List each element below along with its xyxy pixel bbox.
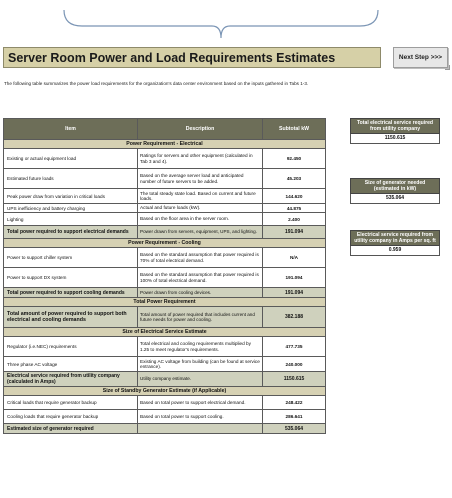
row-description: Based on the floor area in the server ro…: [137, 212, 263, 226]
total-item: Total power required to support cooling …: [3, 287, 138, 298]
table-row: Peak power draw from variation in critic…: [3, 188, 326, 204]
row-value[interactable]: 248.422: [262, 395, 326, 410]
total-value[interactable]: 382.188: [262, 306, 326, 328]
row-description: Based on total power to support cooling.: [137, 409, 263, 424]
total-description: Total amount of power required that incl…: [137, 306, 263, 328]
row-value[interactable]: 92.450: [262, 148, 326, 169]
section-title: Power Requirement - Electrical: [3, 139, 326, 149]
total-row: Estimated size of generator required 535…: [3, 423, 326, 434]
row-item: Existing or actual equipment load: [3, 148, 138, 169]
row-value[interactable]: 240.000: [262, 356, 326, 372]
table-row: UPS inefficiency and battery charging Ac…: [3, 203, 326, 213]
row-description: Based on total power to support electric…: [137, 395, 263, 410]
summary-label: Size of generator needed (estimated in k…: [350, 178, 440, 195]
page-title: Server Room Power and Load Requirements …: [3, 47, 381, 68]
bracket-decoration: [63, 9, 379, 39]
table-row: Cooling loads that require generator bac…: [3, 409, 326, 424]
table-row: Three phase AC voltage Existing AC volta…: [3, 356, 326, 372]
row-value[interactable]: 477.735: [262, 336, 326, 357]
row-value[interactable]: 44.875: [262, 203, 326, 213]
total-description: Power drawn from cooling devices.: [137, 287, 263, 298]
col-header-item: Item: [3, 118, 138, 140]
col-header-description: Description: [137, 118, 263, 140]
section-title: Size of Electrical Service Estimate: [3, 327, 326, 337]
table-row: Lighting Based on the floor area in the …: [3, 212, 326, 226]
row-value[interactable]: 191.094: [262, 267, 326, 288]
section-header: Power Requirement - Electrical: [3, 139, 326, 149]
row-description: Ratings for servers and other equipment …: [137, 148, 263, 169]
table-row: Existing or actual equipment load Rating…: [3, 148, 326, 169]
summary-value[interactable]: 535.064: [350, 194, 440, 205]
total-value[interactable]: 1150.615: [262, 371, 326, 387]
summary-label: Electrical service required from utility…: [350, 230, 440, 247]
row-item: Three phase AC voltage: [3, 356, 138, 372]
row-value[interactable]: 45.203: [262, 168, 326, 189]
total-item: Estimated size of generator required: [3, 423, 138, 434]
summary-amps-per-sqft: Electrical service required from utility…: [350, 230, 440, 257]
row-description: Total electrical and cooling requirement…: [137, 336, 263, 357]
col-header-subtotal: Subtotal kW: [262, 118, 326, 140]
summary-value[interactable]: 1150.615: [350, 134, 440, 145]
table-row: Power to support DX system Based on the …: [3, 267, 326, 288]
row-item: UPS inefficiency and battery charging: [3, 203, 138, 213]
row-value[interactable]: N/A: [262, 247, 326, 268]
row-item: Power to support chiller system: [3, 247, 138, 268]
table-header-row: Item Description Subtotal kW: [3, 118, 326, 140]
total-row: Total power required to support cooling …: [3, 287, 326, 298]
total-value[interactable]: 535.064: [262, 423, 326, 434]
total-row: Total amount of power required to suppor…: [3, 306, 326, 328]
total-item: Total power required to support electric…: [3, 225, 138, 239]
row-description: Based on the average server load and ant…: [137, 168, 263, 189]
section-header: Size of Standby Generator Estimate (if A…: [3, 386, 326, 396]
intro-text: The following table summarizes the power…: [4, 81, 309, 86]
total-row: Total power required to support electric…: [3, 225, 326, 239]
table-row: Critical loads that require generator ba…: [3, 395, 326, 410]
row-value[interactable]: 2.400: [262, 212, 326, 226]
total-value[interactable]: 191.094: [262, 287, 326, 298]
section-header: Total Power Requirement: [3, 297, 326, 307]
next-step-button[interactable]: Next Step >>>: [393, 47, 450, 70]
total-description: [137, 423, 263, 434]
row-item: Cooling loads that require generator bac…: [3, 409, 138, 424]
row-description: Based on the standard assumption that po…: [137, 247, 263, 268]
summary-label: Total electrical service required from u…: [350, 118, 440, 135]
section-title: Power Requirement - Cooling: [3, 238, 326, 248]
row-item: Regulator (i.e.NEC) requirements: [3, 336, 138, 357]
total-row: Electrical service required from utility…: [3, 371, 326, 387]
row-value[interactable]: 144.620: [262, 188, 326, 204]
summary-value[interactable]: 0.959: [350, 246, 440, 257]
row-description: The total steady state load. Based on cu…: [137, 188, 263, 204]
row-value[interactable]: 286.641: [262, 409, 326, 424]
section-title: Total Power Requirement: [3, 297, 326, 307]
summary-utility-service: Total electrical service required from u…: [350, 118, 440, 145]
table-row: Regulator (i.e.NEC) requirements Total e…: [3, 336, 326, 357]
row-item: Estimated future loads: [3, 168, 138, 189]
section-title: Size of Standby Generator Estimate (if A…: [3, 386, 326, 396]
row-description: Existing AC voltage from building (can b…: [137, 356, 263, 372]
row-item: Lighting: [3, 212, 138, 226]
section-header: Power Requirement - Cooling: [3, 238, 326, 248]
table-row: Estimated future loads Based on the aver…: [3, 168, 326, 189]
total-value[interactable]: 191.094: [262, 225, 326, 239]
requirements-table: Item Description Subtotal kW Power Requi…: [3, 118, 326, 434]
section-header: Size of Electrical Service Estimate: [3, 327, 326, 337]
total-item: Total amount of power required to suppor…: [3, 306, 138, 328]
row-item: Power to support DX system: [3, 267, 138, 288]
summary-generator-size: Size of generator needed (estimated in k…: [350, 178, 440, 205]
row-description: Based on the standard assumption that po…: [137, 267, 263, 288]
row-item: Peak power draw from variation in critic…: [3, 188, 138, 204]
row-description: Actual and future loads (kW).: [137, 203, 263, 213]
total-description: Power drawn from servers, equipment, UPS…: [137, 225, 263, 239]
row-item: Critical loads that require generator ba…: [3, 395, 138, 410]
total-description: Utility company estimate.: [137, 371, 263, 387]
total-item: Electrical service required from utility…: [3, 371, 138, 387]
table-row: Power to support chiller system Based on…: [3, 247, 326, 268]
